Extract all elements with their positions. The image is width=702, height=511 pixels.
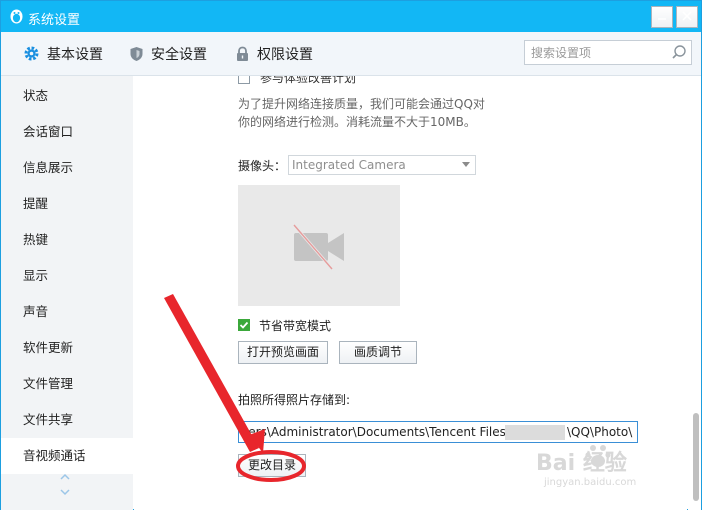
photo-path-label: 拍照所得照片存储到:	[238, 393, 351, 407]
redacted-username	[505, 425, 565, 440]
tab-permission-settings[interactable]: 权限设置	[235, 32, 313, 75]
open-preview-button[interactable]: 打开预览画面	[238, 341, 328, 364]
gear-icon	[23, 45, 40, 62]
search-box	[524, 40, 692, 65]
content-scrollbar-thumb[interactable]	[693, 413, 699, 501]
camera-select[interactable]: Integrated Camera	[288, 155, 476, 175]
bandwidth-saving-label: 节省带宽模式	[259, 319, 332, 333]
title-bar: 系统设置	[1, 1, 701, 32]
tab-label: 基本设置	[47, 46, 103, 63]
close-button[interactable]	[676, 6, 698, 28]
watermark-text: Bai 经验	[536, 451, 627, 476]
sidebar-item-reminders[interactable]: 提醒	[1, 186, 133, 222]
chevron-up-icon	[60, 473, 70, 480]
experience-plan-label: 参与体验改善计划	[260, 76, 357, 85]
camera-preview	[238, 185, 400, 306]
close-icon	[682, 11, 692, 21]
tab-label: 安全设置	[151, 46, 207, 63]
checkmark-icon	[239, 321, 249, 329]
sidebar-item-av-calls[interactable]: 音视频通话	[1, 438, 133, 474]
change-directory-button[interactable]: 更改目录	[238, 454, 306, 477]
settings-window: 系统设置 基本设置 安全设置 权限设置 搜索设置项 状态 会话窗口 信息展示 提…	[0, 0, 702, 510]
camera-off-icon	[292, 224, 344, 270]
search-input[interactable]	[531, 44, 667, 61]
sidebar-item-file-management[interactable]: 文件管理	[1, 366, 133, 402]
chevron-down-icon	[60, 489, 70, 496]
sidebar-item-file-sharing[interactable]: 文件共享	[1, 402, 133, 438]
camera-label: 摄像头：	[238, 159, 287, 173]
camera-select-value: Integrated Camera	[292, 158, 406, 172]
photo-path-value-end: \QQ\Photo\	[567, 425, 633, 439]
tab-basic-settings[interactable]: 基本设置	[23, 32, 103, 75]
sidebar-item-software-update[interactable]: 软件更新	[1, 330, 133, 366]
sidebar-item-sound[interactable]: 声音	[1, 294, 133, 330]
network-hint-line1: 为了提升网络连接质量，我们可能会通过QQ对	[238, 97, 485, 111]
photo-path-value-start: sers\Administrator\Documents\Tencent Fil…	[242, 425, 510, 439]
sidebar-item-info-display[interactable]: 信息展示	[1, 150, 133, 186]
settings-sidebar: 状态 会话窗口 信息展示 提醒 热键 显示 声音 软件更新 文件管理 文件共享 …	[1, 76, 133, 510]
shield-icon	[129, 46, 144, 62]
quality-adjust-button[interactable]: 画质调节	[339, 341, 417, 364]
window-title: 系统设置	[28, 13, 81, 28]
sidebar-item-hotkeys[interactable]: 热键	[1, 222, 133, 258]
sidebar-scroll-arrows[interactable]	[59, 473, 71, 496]
search-icon[interactable]	[671, 44, 687, 63]
qq-penguin-icon	[10, 9, 23, 24]
dropdown-arrow-icon	[462, 162, 470, 167]
lock-icon	[235, 46, 250, 62]
sidebar-item-chat-window[interactable]: 会话窗口	[1, 114, 133, 150]
minimize-button[interactable]	[651, 6, 673, 28]
sidebar-item-display[interactable]: 显示	[1, 258, 133, 294]
tab-security-settings[interactable]: 安全设置	[129, 32, 207, 75]
photo-path-input[interactable]: sers\Administrator\Documents\Tencent Fil…	[238, 421, 638, 443]
tab-label: 权限设置	[257, 46, 313, 63]
minimize-icon	[658, 18, 666, 20]
sidebar-item-status[interactable]: 状态	[1, 78, 133, 114]
settings-tabs: 基本设置 安全设置 权限设置	[1, 32, 701, 76]
experience-plan-checkbox[interactable]	[238, 76, 250, 84]
bandwidth-saving-checkbox[interactable]	[238, 319, 250, 331]
network-hint-line2: 你的网络进行检测。消耗流量不大于10MB。	[238, 115, 476, 129]
watermark-subtext: jingyan.baidu.com	[544, 477, 637, 488]
